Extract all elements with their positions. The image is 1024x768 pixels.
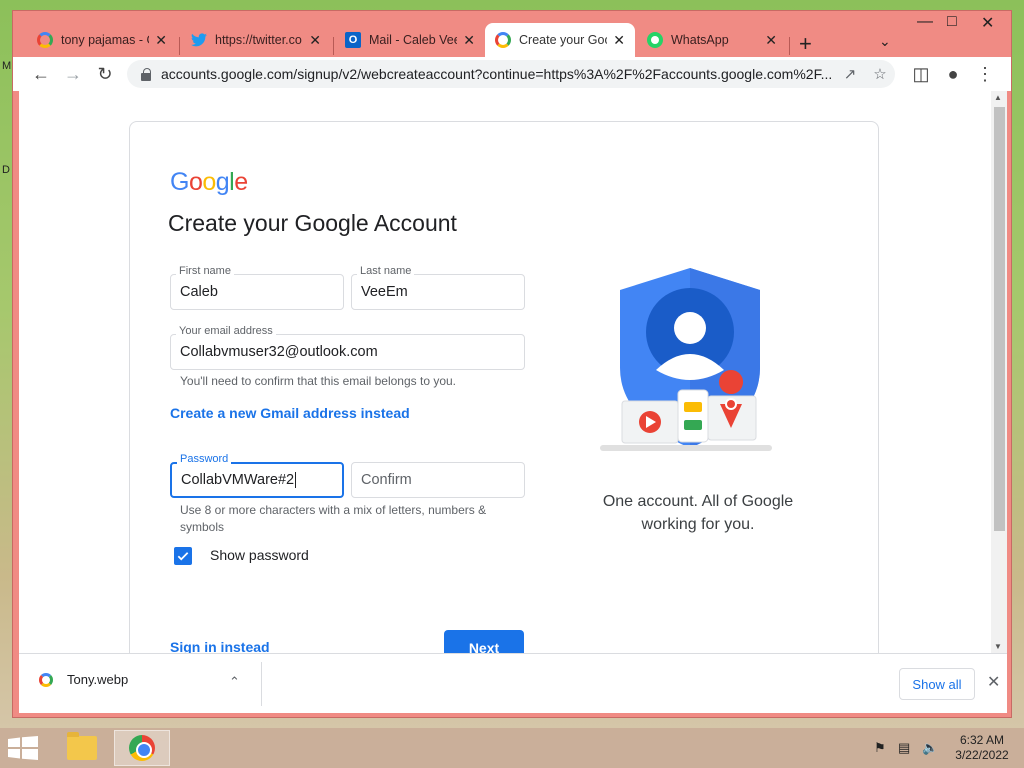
first-name-value[interactable]: Caleb [180,284,218,300]
tab-title: WhatsApp [671,33,729,47]
close-icon[interactable]: ✕ [613,32,625,49]
show-all-button[interactable]: Show all [899,668,975,700]
email-hint: You'll need to confirm that this email b… [180,374,457,388]
lock-icon[interactable] [141,68,151,81]
new-tab-button[interactable]: + [799,31,812,57]
password-hint: Use 8 or more characters with a mix of l… [180,503,487,534]
close-icon[interactable]: ✕ [155,32,167,49]
clock-date: 3/22/2022 [955,748,1009,762]
show-password-label[interactable]: Show password [210,547,309,563]
tab-twitter[interactable]: https://twitter.co ✕ [181,23,331,57]
network-icon[interactable]: ▤ [898,740,910,756]
desktop-icon-fragment: M [2,60,12,72]
close-icon[interactable]: ✕ [765,32,777,49]
chrome-taskbar-button[interactable] [114,730,170,766]
twitter-icon [191,33,207,47]
side-panel-icon[interactable]: ◫ [905,64,937,85]
first-name-field[interactable]: First name Caleb [170,265,344,310]
bookmark-star-icon[interactable]: ☆ [865,65,895,83]
close-icon[interactable]: ✕ [463,32,475,49]
chrome-file-icon [39,672,53,687]
reload-icon[interactable]: ↻ [89,64,121,85]
email-field[interactable]: Your email address Collabvmuser32@outloo… [170,325,525,370]
desktop-icon-fragment: D [2,164,10,176]
tab-create-account[interactable]: Create your Goo ✕ [485,23,635,57]
forward-arrow-icon[interactable]: → [57,64,89,85]
last-name-value[interactable]: VeeEm [361,284,408,300]
sign-in-instead-link[interactable]: Sign in instead [170,639,270,653]
divider [261,662,262,706]
file-explorer-button[interactable] [54,730,110,766]
text-caret [295,472,297,488]
download-file-name[interactable]: Tony.webp [67,672,128,687]
show-password-checkbox[interactable] [174,547,192,565]
clock-time: 6:32 AM [959,733,1005,747]
tab-title: https://twitter.co [215,33,302,47]
download-bar: Tony.webp ⌃ Show all ✕ [19,653,1007,713]
scroll-thumb[interactable] [994,107,1005,531]
password-label: Password [177,453,232,465]
page-viewport: Google Create your Google Account First … [19,91,1007,653]
system-clock[interactable]: 6:32 AM 3/22/2022 [950,733,1014,763]
confirm-password-field[interactable]: Confirm [351,462,525,498]
share-icon[interactable]: ↗ [835,65,865,83]
browser-window: — □ ✕ tony pajamas - G ✕ https://twitter… [12,10,1012,718]
taskbar: ⚑ ▤ 🔈 6:32 AM 3/22/2022 [0,728,1024,768]
back-arrow-icon[interactable]: ← [25,64,57,85]
google-logo: Google [170,168,248,196]
tab-title: Mail - Caleb Vee [369,33,458,47]
address-bar[interactable]: accounts.google.com/signup/v2/webcreatea… [127,60,895,88]
volume-muted-icon[interactable]: 🔈 [922,740,938,756]
google-icon [37,32,53,48]
page-title: Create your Google Account [168,210,457,236]
account-shield-illustration [600,268,772,451]
close-icon[interactable]: ✕ [309,32,321,49]
google-icon [495,32,511,48]
tab-strip: tony pajamas - G ✕ https://twitter.co ✕ … [13,19,1011,57]
menu-kebab-icon[interactable]: ⋮ [969,64,1001,85]
create-gmail-link[interactable]: Create a new Gmail address instead [170,405,410,421]
whatsapp-icon [647,32,663,48]
tab-title: Create your Goo [519,33,608,47]
folder-icon [67,732,97,760]
tab-whatsapp[interactable]: WhatsApp ✕ [637,23,787,57]
last-name-field[interactable]: Last name VeeEm [351,265,525,310]
windows-start-icon[interactable] [8,736,38,760]
tab-title: tony pajamas - G [61,33,150,47]
email-label: Your email address [176,325,276,337]
tab-mail[interactable]: O Mail - Caleb Vee ✕ [335,23,485,57]
tab-search-chevron-icon[interactable]: ⌄ [879,33,891,50]
url-text[interactable]: accounts.google.com/signup/v2/webcreatea… [161,66,835,82]
action-center-flag-icon[interactable]: ⚑ [874,740,886,756]
first-name-label: First name [176,265,234,277]
tab-tony-pajamas[interactable]: tony pajamas - G ✕ [27,23,177,57]
email-value[interactable]: Collabvmuser32@outlook.com [180,344,378,360]
signup-card: Google Create your Google Account First … [129,121,879,653]
vertical-scrollbar[interactable]: ▲ ▼ [991,91,1007,653]
chevron-up-icon[interactable]: ⌃ [229,674,240,690]
checkmark-icon [177,552,189,561]
confirm-placeholder[interactable]: Confirm [361,472,412,488]
scroll-up-arrow-icon[interactable]: ▲ [994,93,1002,102]
download-item[interactable]: Tony.webp [39,672,128,687]
scroll-down-arrow-icon[interactable]: ▼ [994,642,1002,651]
close-icon[interactable]: ✕ [987,672,1000,692]
password-field[interactable]: Password CollabVMWare#2 [170,453,344,498]
tagline: One account. All of Google working for y… [602,493,794,533]
password-value[interactable]: CollabVMWare#2 [181,472,294,488]
profile-avatar-icon[interactable]: ● [937,64,969,85]
chrome-icon [129,735,155,761]
next-button[interactable]: Next [444,630,524,653]
browser-toolbar: ← → ↻ accounts.google.com/signup/v2/webc… [13,57,1011,91]
outlook-icon: O [345,32,361,48]
last-name-label: Last name [357,265,415,277]
